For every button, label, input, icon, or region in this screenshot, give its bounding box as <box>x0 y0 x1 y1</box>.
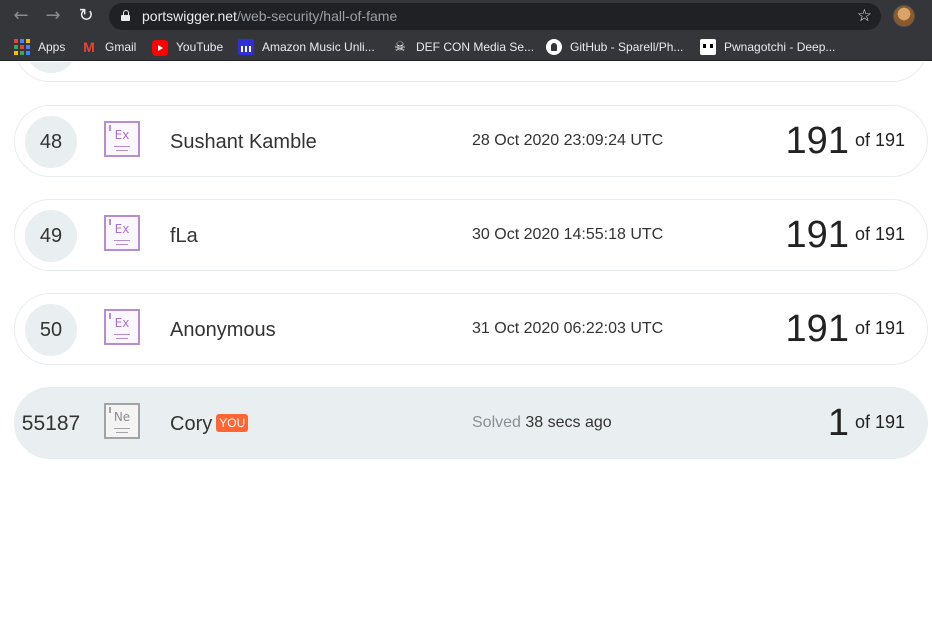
github-icon <box>546 39 562 55</box>
lock-icon[interactable] <box>121 10 130 21</box>
reload-button[interactable]: ↻ <box>75 5 97 27</box>
browser-toolbar: ← → ↻ portswigger.net/web-security/hall-… <box>0 0 932 33</box>
amazon-music-icon <box>238 39 254 55</box>
leaderboard-row: 49 Ex fLa 30 Oct 2020 14:55:18 UTC 191 of… <box>14 199 928 271</box>
youtube-icon <box>152 40 168 56</box>
rank-circle <box>25 62 77 73</box>
bookmarks-bar: Apps M Gmail YouTube Amazon Music Unli..… <box>0 33 932 81</box>
user-name: Cory YOU <box>170 412 249 436</box>
leaderboard-row: 48 Ex Sushant Kamble 28 Oct 2020 23:09:2… <box>14 105 928 177</box>
bookmark-defcon[interactable]: ☠ DEF CON Media Se... <box>392 39 534 55</box>
page-content: 48 Ex Sushant Kamble 28 Oct 2020 23:09:2… <box>0 62 932 629</box>
rank-number: 49 <box>25 210 77 262</box>
bookmark-gmail[interactable]: M Gmail <box>81 39 136 55</box>
pwnagotchi-icon <box>700 39 716 55</box>
leaderboard-row: 50 Ex Anonymous 31 Oct 2020 06:22:03 UTC… <box>14 293 928 365</box>
current-user-row: 55187 Ne Cory YOU Solved 38 secs ago 1 of … <box>14 387 928 459</box>
completion-date: 28 Oct 2020 23:09:24 UTC <box>472 132 664 149</box>
expert-level-icon: Ex <box>104 215 140 251</box>
leaderboard-row-partial <box>14 62 928 82</box>
back-arrow-icon: ← <box>13 5 29 26</box>
score: 191 of 191 <box>785 120 905 162</box>
user-name: Sushant Kamble <box>170 131 317 153</box>
forward-button[interactable]: → <box>42 5 64 27</box>
bookmark-star-icon[interactable]: ☆ <box>857 6 872 26</box>
solved-time: Solved 38 secs ago <box>472 414 612 431</box>
back-button[interactable]: ← <box>10 5 32 27</box>
forward-arrow-icon: → <box>45 5 61 26</box>
rank-number: 50 <box>25 304 77 356</box>
completion-date: 31 Oct 2020 06:22:03 UTC <box>472 320 664 337</box>
bookmark-apps[interactable]: Apps <box>14 39 65 55</box>
profile-avatar[interactable] <box>893 5 915 27</box>
defcon-icon: ☠ <box>394 39 406 54</box>
novice-level-icon: Ne <box>104 403 140 439</box>
you-badge: YOU <box>216 414 249 432</box>
address-bar[interactable]: portswigger.net/web-security/hall-of-fam… <box>109 3 881 30</box>
gmail-icon: M <box>83 39 95 55</box>
score: 191 of 191 <box>785 308 905 350</box>
apps-grid-icon <box>14 39 30 55</box>
rank-number: 55187 <box>21 412 81 435</box>
bookmark-amazon-music[interactable]: Amazon Music Unli... <box>238 39 375 55</box>
bookmark-github[interactable]: GitHub - Sparell/Ph... <box>546 39 683 55</box>
reload-icon: ↻ <box>78 5 94 26</box>
rank-number: 48 <box>25 116 77 168</box>
expert-level-icon: Ex <box>104 309 140 345</box>
completion-date: 30 Oct 2020 14:55:18 UTC <box>472 226 664 243</box>
bookmark-youtube[interactable]: YouTube <box>152 39 223 56</box>
expert-level-icon: Ex <box>104 121 140 157</box>
user-name: Anonymous <box>170 319 276 341</box>
user-name: fLa <box>170 225 198 247</box>
score: 1 of 191 <box>827 402 905 444</box>
url-text[interactable]: portswigger.net/web-security/hall-of-fam… <box>142 8 397 25</box>
bookmark-pwnagotchi[interactable]: Pwnagotchi - Deep... <box>700 39 835 55</box>
score: 191 of 191 <box>785 214 905 256</box>
